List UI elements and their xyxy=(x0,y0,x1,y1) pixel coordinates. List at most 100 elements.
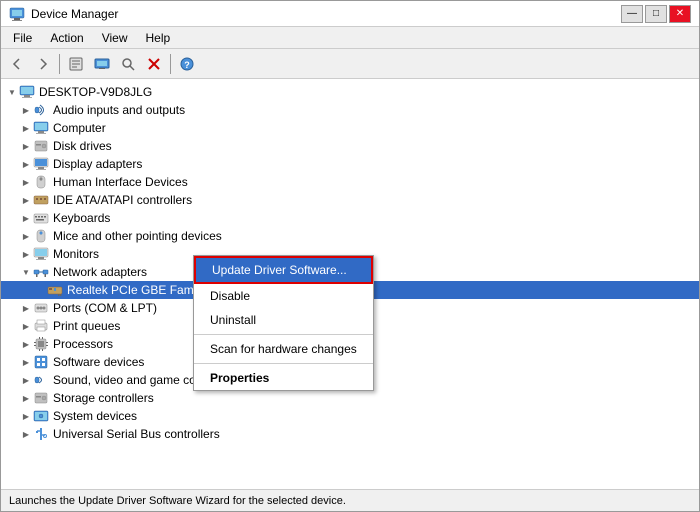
monitors-arrow[interactable] xyxy=(19,247,33,261)
display-icon xyxy=(33,156,49,172)
toolbar-properties[interactable] xyxy=(64,52,88,76)
cpu-icon xyxy=(33,336,49,352)
usb-arrow[interactable] xyxy=(19,427,33,441)
network-label: Network adapters xyxy=(53,265,147,279)
monitors-icon xyxy=(33,246,49,262)
toolbar-help[interactable]: ? xyxy=(175,52,199,76)
root-label: DESKTOP-V9D8JLG xyxy=(39,85,152,99)
sound-arrow[interactable] xyxy=(19,373,33,387)
mice-arrow[interactable] xyxy=(19,229,33,243)
nic-icon xyxy=(47,282,63,298)
realtek-arrow xyxy=(33,283,47,297)
title-bar-left: Device Manager xyxy=(9,6,118,22)
tree-item-audio[interactable]: Audio inputs and outputs xyxy=(1,101,699,119)
tree-item-mice[interactable]: Mice and other pointing devices xyxy=(1,227,699,245)
software-icon xyxy=(33,354,49,370)
storage-arrow[interactable] xyxy=(19,391,33,405)
mice-label: Mice and other pointing devices xyxy=(53,229,222,243)
print-icon xyxy=(33,318,49,334)
ide-icon xyxy=(33,192,49,208)
context-menu-update[interactable]: Update Driver Software... xyxy=(194,256,373,284)
software-label: Software devices xyxy=(53,355,144,369)
disk-arrow[interactable] xyxy=(19,139,33,153)
tree-item-computer[interactable]: Computer xyxy=(1,119,699,137)
app-icon xyxy=(9,6,25,22)
status-bar: Launches the Update Driver Software Wiza… xyxy=(1,489,699,511)
monitors-label: Monitors xyxy=(53,247,99,261)
toolbar-sep-1 xyxy=(59,54,60,74)
menu-view[interactable]: View xyxy=(94,29,136,47)
ide-arrow[interactable] xyxy=(19,193,33,207)
window-controls: — □ ✕ xyxy=(621,5,691,23)
toolbar: ? xyxy=(1,49,699,79)
device-manager-window: Device Manager — □ ✕ File Action View He… xyxy=(0,0,700,512)
svg-text:?: ? xyxy=(184,60,190,70)
software-arrow[interactable] xyxy=(19,355,33,369)
ports-label: Ports (COM & LPT) xyxy=(53,301,157,315)
context-menu-properties[interactable]: Properties xyxy=(194,366,373,390)
disk-label: Disk drives xyxy=(53,139,112,153)
menu-file[interactable]: File xyxy=(5,29,40,47)
toolbar-scan[interactable] xyxy=(116,52,140,76)
tree-item-usb[interactable]: Universal Serial Bus controllers xyxy=(1,425,699,443)
tree-item-storage[interactable]: Storage controllers xyxy=(1,389,699,407)
mice-icon xyxy=(33,228,49,244)
network-icon xyxy=(33,264,49,280)
tree-item-ide[interactable]: IDE ATA/ATAPI controllers xyxy=(1,191,699,209)
processors-arrow[interactable] xyxy=(19,337,33,351)
storage-icon xyxy=(33,390,49,406)
print-arrow[interactable] xyxy=(19,319,33,333)
context-menu-disable[interactable]: Disable xyxy=(194,284,373,308)
tree-item-hid[interactable]: Human Interface Devices xyxy=(1,173,699,191)
close-button[interactable]: ✕ xyxy=(669,5,691,23)
status-text: Launches the Update Driver Software Wiza… xyxy=(9,495,346,507)
audio-arrow[interactable] xyxy=(19,103,33,117)
keyboard-label: Keyboards xyxy=(53,211,110,225)
minimize-button[interactable]: — xyxy=(621,5,643,23)
keyboard-icon xyxy=(33,210,49,226)
audio-icon xyxy=(33,102,49,118)
hid-label: Human Interface Devices xyxy=(53,175,188,189)
hid-arrow[interactable] xyxy=(19,175,33,189)
usb-label: Universal Serial Bus controllers xyxy=(53,427,220,441)
context-menu-sep-1 xyxy=(194,334,373,335)
toolbar-forward[interactable] xyxy=(31,52,55,76)
menu-help[interactable]: Help xyxy=(138,29,179,47)
print-label: Print queues xyxy=(53,319,120,333)
context-menu-uninstall[interactable]: Uninstall xyxy=(194,308,373,332)
hid-icon xyxy=(33,174,49,190)
disk-icon xyxy=(33,138,49,154)
context-menu-scan[interactable]: Scan for hardware changes xyxy=(194,337,373,361)
computer-arrow[interactable] xyxy=(19,121,33,135)
tree-item-display[interactable]: Display adapters xyxy=(1,155,699,173)
network-arrow[interactable] xyxy=(19,265,33,279)
context-menu-sep-2 xyxy=(194,363,373,364)
menu-action[interactable]: Action xyxy=(42,29,91,47)
audio-label: Audio inputs and outputs xyxy=(53,103,185,117)
tree-root[interactable]: DESKTOP-V9D8JLG xyxy=(1,83,699,101)
computer-icon xyxy=(19,84,35,100)
tree-item-keyboard[interactable]: Keyboards xyxy=(1,209,699,227)
ports-arrow[interactable] xyxy=(19,301,33,315)
display-label: Display adapters xyxy=(53,157,142,171)
ide-label: IDE ATA/ATAPI controllers xyxy=(53,193,192,207)
root-expand-arrow[interactable] xyxy=(5,85,19,99)
system-label: System devices xyxy=(53,409,137,423)
display-arrow[interactable] xyxy=(19,157,33,171)
toolbar-sep-2 xyxy=(170,54,171,74)
tree-item-disk[interactable]: Disk drives xyxy=(1,137,699,155)
storage-label: Storage controllers xyxy=(53,391,154,405)
system-icon xyxy=(33,408,49,424)
keyboard-arrow[interactable] xyxy=(19,211,33,225)
computer-node-icon xyxy=(33,120,49,136)
maximize-button[interactable]: □ xyxy=(645,5,667,23)
ports-icon xyxy=(33,300,49,316)
toolbar-back[interactable] xyxy=(5,52,29,76)
title-bar: Device Manager — □ ✕ xyxy=(1,1,699,27)
tree-item-system[interactable]: System devices xyxy=(1,407,699,425)
sound-label: Sound, video and game cont... xyxy=(53,373,216,387)
computer-label: Computer xyxy=(53,121,106,135)
toolbar-update[interactable] xyxy=(90,52,114,76)
system-arrow[interactable] xyxy=(19,409,33,423)
toolbar-remove[interactable] xyxy=(142,52,166,76)
